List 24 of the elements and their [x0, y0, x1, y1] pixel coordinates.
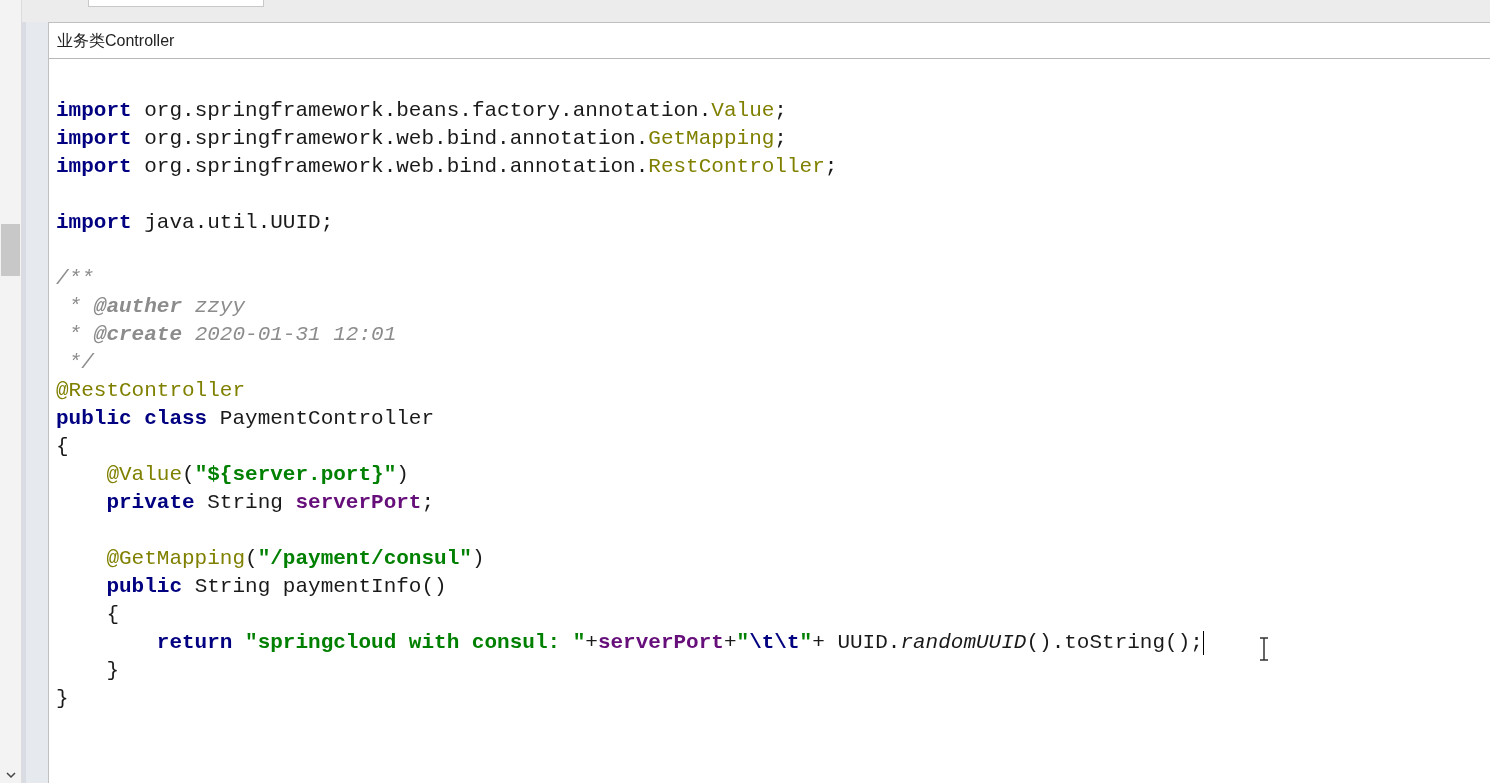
code-line: } — [56, 686, 69, 712]
chevron-down-icon[interactable] — [5, 771, 16, 779]
code-line: import org.springframework.web.bind.annotation.RestController; — [56, 154, 838, 180]
code-line: import org.springframework.web.bind.annotation.GetMapping; — [56, 126, 787, 152]
code-line: import org.springframework.beans.factory.annotation.Value; — [56, 98, 787, 124]
code-line: @GetMapping("/payment/consul") — [105, 546, 485, 572]
code-line: /** — [56, 266, 94, 292]
code-line: public String paymentInfo() — [105, 574, 447, 600]
code-line: * @auther zzyy — [67, 294, 246, 320]
code-line: { — [56, 434, 69, 460]
code-line: */ — [67, 350, 94, 376]
code-line: return "springcloud with consul: "+serverPort+"\t\t"+ UUID.randomUUID().toString(); — [155, 630, 1203, 656]
code-line: public class PaymentController — [56, 406, 435, 432]
code-line: } — [105, 658, 119, 684]
code-line: @RestController — [56, 378, 246, 404]
code-line: * @create 2020-01-31 12:01 — [67, 322, 397, 348]
scrollbar-thumb[interactable] — [1, 224, 20, 276]
code-line: { — [105, 602, 119, 628]
code-line: @Value("${server.port}") — [105, 462, 409, 488]
tab-background[interactable] — [88, 0, 264, 7]
editor-title: 业务类Controller — [57, 30, 175, 51]
code-line: import java.util.UUID; — [56, 210, 334, 236]
text-cursor-icon — [1258, 637, 1270, 661]
code-line: private String serverPort; — [105, 490, 435, 516]
